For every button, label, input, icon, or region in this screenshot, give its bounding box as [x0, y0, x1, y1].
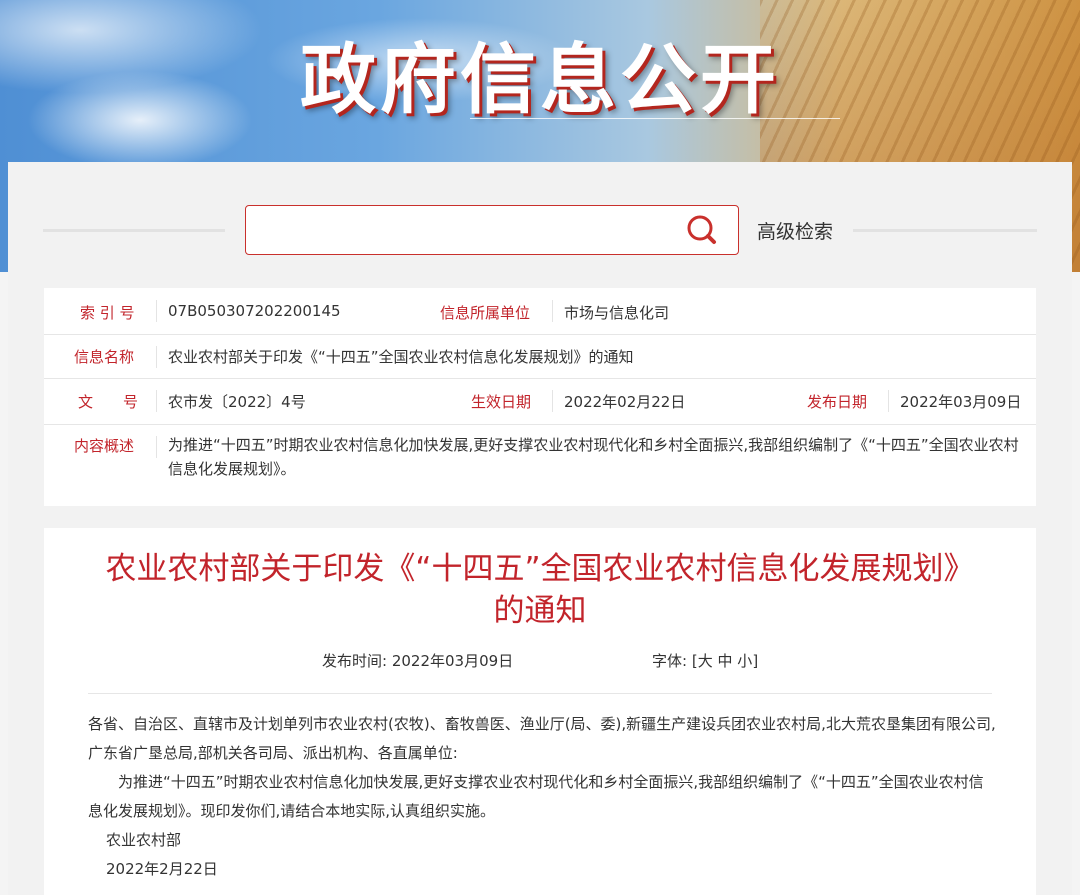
search-input[interactable] — [245, 205, 739, 255]
search-row: 高级检索 — [8, 205, 1072, 255]
doc-number-label: 文 号 — [78, 393, 139, 411]
search-icon[interactable] — [686, 214, 718, 246]
separator — [552, 390, 553, 412]
index-label: 索 引 号 — [80, 304, 135, 322]
article-title-line2: 的通知 — [493, 593, 587, 629]
info-row-name: 信息名称 农业农村部关于印发《“十四五”全国农业农村信息化发展规划》的通知 — [44, 334, 1036, 379]
banner-underline — [470, 118, 840, 119]
font-bracket-close: ] — [752, 652, 759, 670]
font-size-label: 字体: — [652, 652, 688, 670]
font-size-control: 字体: [大 中 小] — [652, 650, 758, 671]
publish-time-label: 发布时间: — [322, 652, 388, 670]
search-divider-right — [853, 229, 1037, 232]
info-row-summary: 内容概述 为推进“十四五”时期农业农村信息化加快发展,更好支撑农业农村现代化和乡… — [44, 424, 1036, 506]
info-row-index: 索 引 号 07B050307202200145 信息所属单位 市场与信息化司 — [44, 288, 1036, 335]
article-title-line1: 农业农村部关于印发《“十四五”全国农业农村信息化发展规划》 — [105, 551, 975, 587]
info-row-doc: 文 号 农市发〔2022〕4号 生效日期 2022年02月22日 发布日期 20… — [44, 378, 1036, 425]
search-divider-left — [43, 229, 225, 232]
article: 农业农村部关于印发《“十四五”全国农业农村信息化发展规划》 的通知 发布时间: … — [44, 528, 1036, 895]
main-panel: 高级检索 索 引 号 07B050307202200145 信息所属单位 市场与… — [8, 162, 1072, 895]
index-value: 07B050307202200145 — [168, 302, 341, 320]
name-label: 信息名称 — [74, 348, 135, 366]
doc-number-value: 农市发〔2022〕4号 — [168, 393, 306, 411]
publish-date-label: 发布日期 — [807, 393, 868, 411]
publish-time: 发布时间: 2022年03月09日 — [322, 650, 513, 671]
search-field[interactable] — [258, 214, 662, 246]
summary-label: 内容概述 — [74, 437, 135, 455]
separator — [156, 390, 157, 412]
article-divider — [88, 693, 992, 694]
separator — [156, 300, 157, 322]
publish-time-value: 2022年03月09日 — [391, 652, 514, 670]
unit-label: 信息所属单位 — [440, 304, 531, 322]
signature-date: 2022年2月22日 — [106, 860, 218, 878]
name-value: 农业农村部关于印发《“十四五”全国农业农村信息化发展规划》的通知 — [168, 348, 634, 366]
publish-date-value: 2022年03月09日 — [900, 393, 1022, 411]
separator — [552, 300, 553, 322]
signature: 农业农村部 — [106, 831, 182, 849]
unit-value: 市场与信息化司 — [564, 304, 670, 322]
advanced-search-link[interactable]: 高级检索 — [757, 217, 833, 244]
article-title: 农业农村部关于印发《“十四五”全国农业农村信息化发展规划》 的通知 — [44, 548, 1036, 632]
font-small-link[interactable]: 小 — [737, 652, 752, 670]
effective-date-label: 生效日期 — [471, 393, 532, 411]
separator — [888, 390, 889, 412]
font-large-link[interactable]: 大 — [698, 652, 713, 670]
font-medium-link[interactable]: 中 — [718, 652, 733, 670]
recipients-paragraph: 各省、自治区、直辖市及计划单列市农业农村(农牧)、畜牧兽医、渔业厅(局、委),新… — [88, 715, 996, 762]
effective-date-value: 2022年02月22日 — [564, 393, 686, 411]
separator — [156, 436, 157, 458]
info-table: 索 引 号 07B050307202200145 信息所属单位 市场与信息化司 … — [44, 288, 1036, 506]
summary-value: 为推进“十四五”时期农业农村信息化加快发展,更好支撑农业农村现代化和乡村全面振兴… — [168, 436, 1019, 478]
separator — [156, 346, 157, 368]
body-paragraph: 为推进“十四五”时期农业农村信息化加快发展,更好支撑农业农村现代化和乡村全面振兴… — [88, 773, 984, 820]
banner-title: 政府信息公开 — [300, 35, 780, 124]
